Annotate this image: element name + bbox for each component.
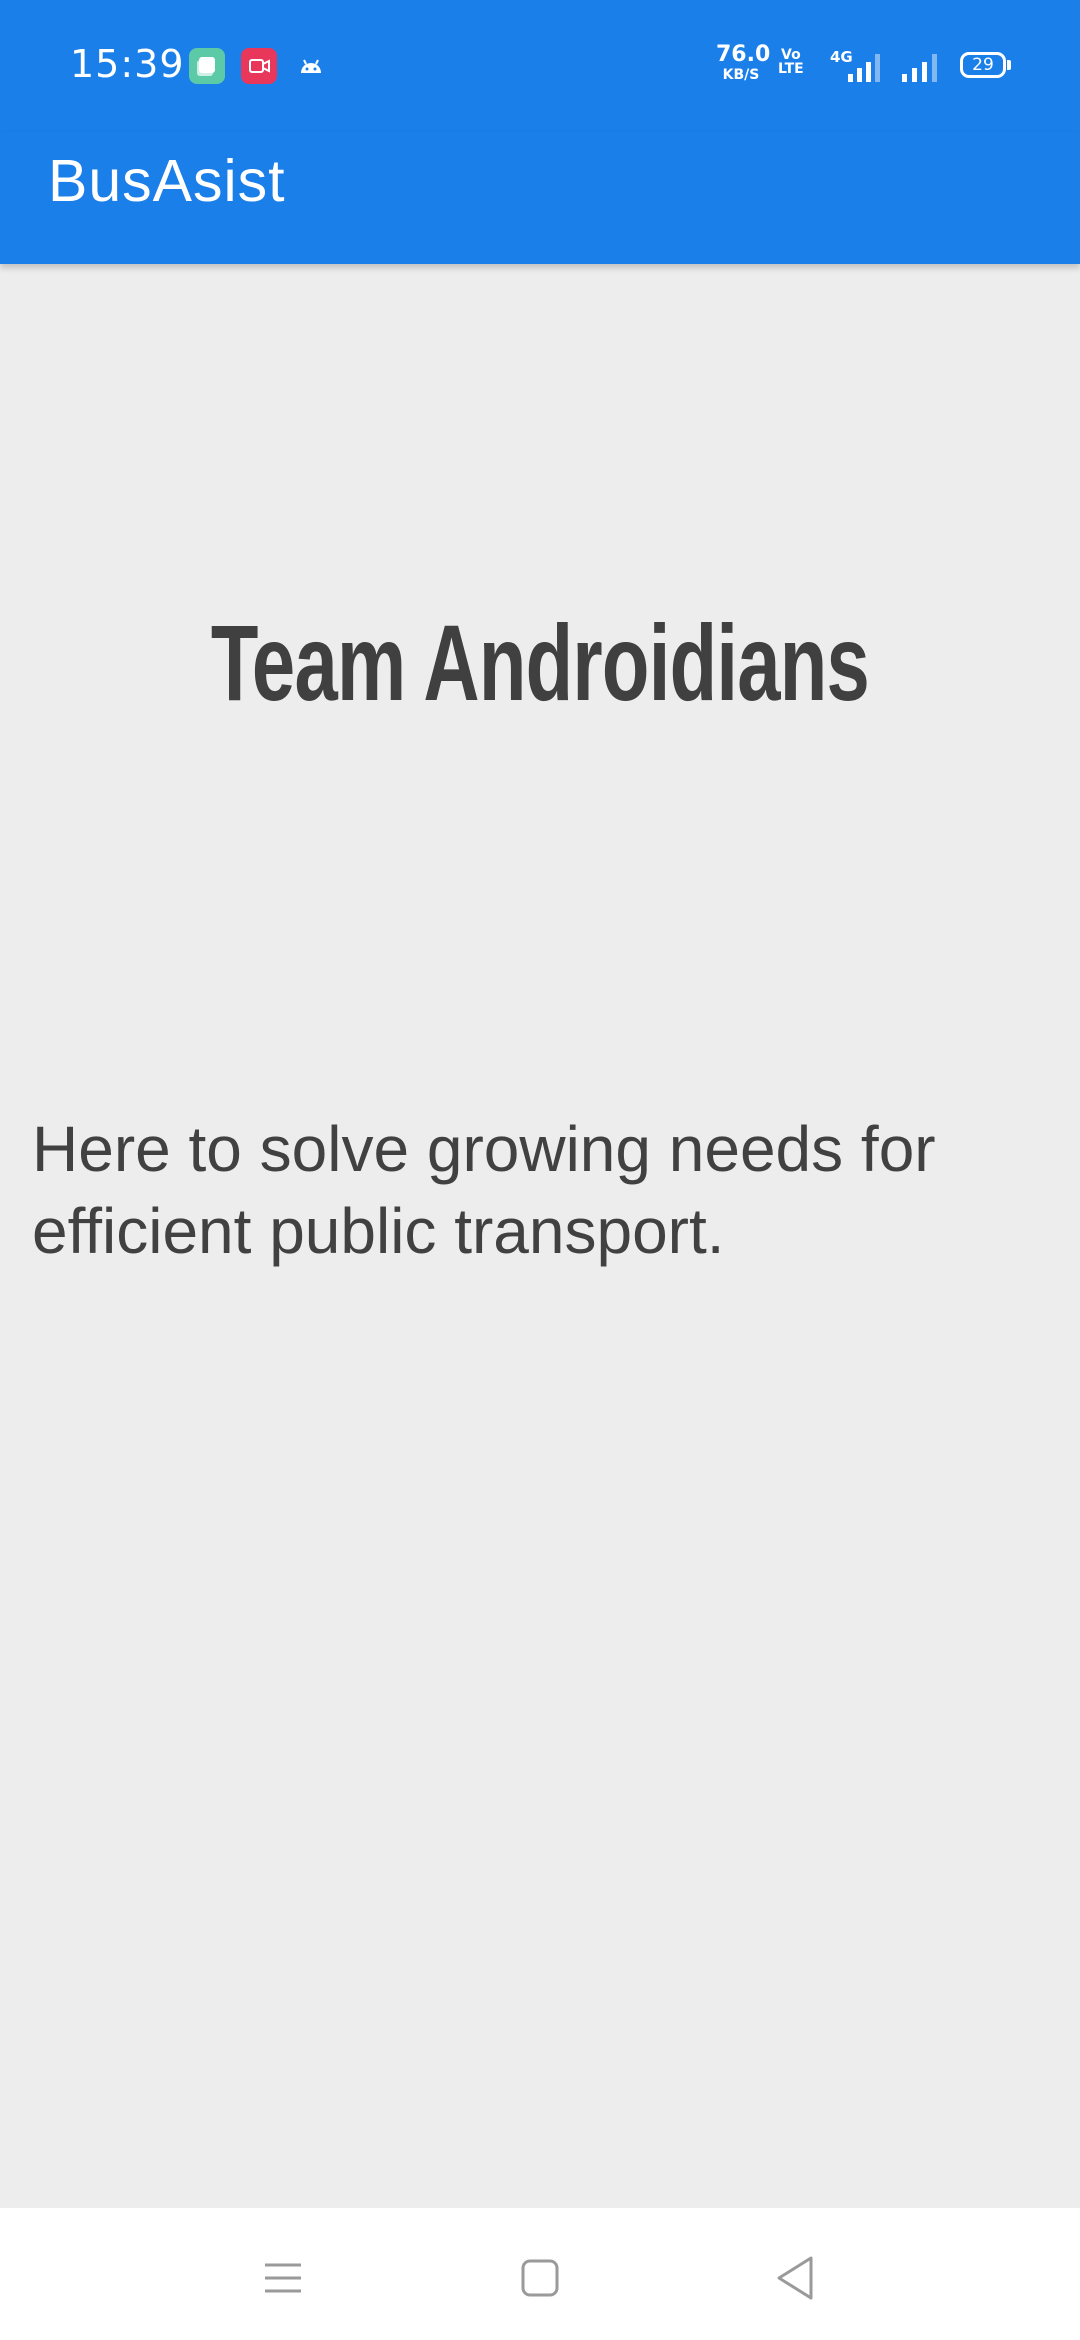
signal-strength-sim2-icon: [902, 54, 937, 82]
volte-bottom-label: LTE: [778, 61, 804, 77]
home-icon[interactable]: [510, 2248, 570, 2308]
battery-tip: [1007, 60, 1011, 70]
gallery-notification-icon: [189, 48, 225, 84]
back-icon[interactable]: [765, 2248, 825, 2308]
menu-icon[interactable]: [253, 2248, 313, 2308]
battery-icon: 29: [960, 52, 1006, 78]
signal-strength-sim1-icon: [848, 54, 880, 82]
network-speed-value: 76.0: [716, 42, 771, 67]
network-speed-unit: KB/S: [722, 67, 760, 83]
team-name-heading: Team Androidians: [210, 602, 870, 723]
volte-indicator: Vo LTE: [778, 48, 804, 76]
status-bar: 15:39 76.0 KB/S Vo LTE 4G 29: [0, 0, 1080, 132]
system-navigation-bar: [0, 2208, 1080, 2340]
status-time: 15:39: [70, 42, 185, 86]
battery-level: 29: [972, 55, 994, 75]
screen: 15:39 76.0 KB/S Vo LTE 4G 29 BusAsist Te…: [0, 0, 1080, 2340]
app-title: BusAsist: [48, 148, 286, 214]
tagline-text: Here to solve growing needs for efficien…: [32, 1113, 936, 1267]
android-icon: [293, 48, 329, 84]
screen-recorder-icon: [241, 48, 277, 84]
volte-top-label: Vo: [781, 47, 801, 63]
network-speed-indicator: 76.0 KB/S: [716, 42, 771, 83]
